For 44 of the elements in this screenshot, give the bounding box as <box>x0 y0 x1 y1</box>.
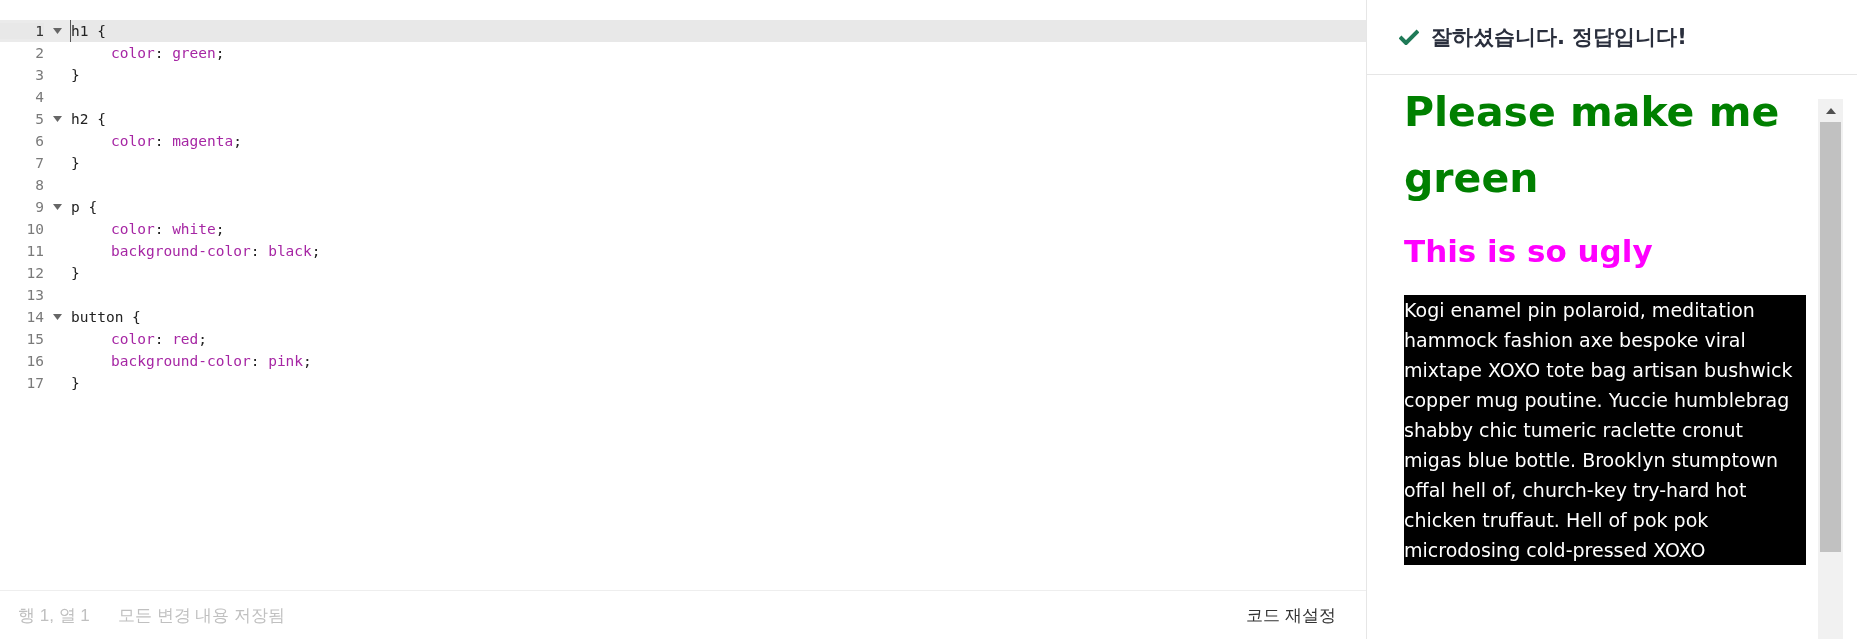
save-status: 모든 변경 내용 저장됨 <box>117 604 285 627</box>
code-line[interactable]: button { <box>70 306 1366 328</box>
line-number: 4 <box>34 89 44 105</box>
fold-caret-icon[interactable] <box>52 28 62 34</box>
line-number: 11 <box>25 243 44 259</box>
line-number: 15 <box>25 331 44 347</box>
line-number: 2 <box>34 45 44 61</box>
line-number: 9 <box>34 199 44 215</box>
line-number: 16 <box>25 353 44 369</box>
code-line[interactable]: color: magenta; <box>70 130 1366 152</box>
scrollbar-thumb[interactable] <box>1820 122 1841 552</box>
preview-paragraph: Kogi enamel pin polaroid, meditation hammock fashion axe bespoke viral mixtape XOXO tote bag artisan bushwick copper mug poutine. Yuccie humblebrag shabby chic tumeric raclette cronut migas blue bottle. Brooklyn stumptown offal hell of, church-key try-hard hot chicken truffaut. Hell of pok pok microdosing cold-pressed XOXO <box>1404 295 1806 565</box>
code-line[interactable]: p { <box>70 196 1366 218</box>
code-line[interactable]: } <box>70 152 1366 174</box>
code-line[interactable]: } <box>70 64 1366 86</box>
code-line[interactable]: color: green; <box>70 42 1366 64</box>
code-line[interactable]: } <box>70 372 1366 394</box>
preview-heading: Please make me green <box>1404 87 1781 204</box>
code-line[interactable]: background-color: black; <box>70 240 1366 262</box>
line-number: 6 <box>34 133 44 149</box>
fold-caret-icon[interactable] <box>52 314 62 320</box>
line-number: 17 <box>25 375 44 391</box>
fold-caret-icon[interactable] <box>52 116 62 122</box>
code-line[interactable]: h2 { <box>70 108 1366 130</box>
fold-caret-icon[interactable] <box>52 204 62 210</box>
line-number: 12 <box>25 265 44 281</box>
scrollbar[interactable] <box>1818 99 1843 639</box>
line-number: 13 <box>25 287 44 303</box>
code-line[interactable]: color: red; <box>70 328 1366 350</box>
code-line[interactable]: } <box>70 262 1366 284</box>
scroll-up-icon[interactable] <box>1825 108 1836 114</box>
line-number: 10 <box>25 221 44 237</box>
reset-code-button[interactable]: 코드 재설정 <box>1238 597 1344 633</box>
line-number: 5 <box>34 111 44 127</box>
cursor-position: 행 1, 열 1 <box>18 604 90 627</box>
success-message: 잘하셨습니다. 정답입니다! <box>1431 24 1687 51</box>
line-number: 7 <box>34 155 44 171</box>
code-line[interactable]: background-color: pink; <box>70 350 1366 372</box>
code-line[interactable]: color: white; <box>70 218 1366 240</box>
line-number: 3 <box>34 67 44 83</box>
line-number: 14 <box>25 309 44 325</box>
line-number: 8 <box>34 177 44 193</box>
preview-subheading: This is so ugly <box>1404 233 1654 269</box>
checkmark-icon <box>1399 29 1419 45</box>
